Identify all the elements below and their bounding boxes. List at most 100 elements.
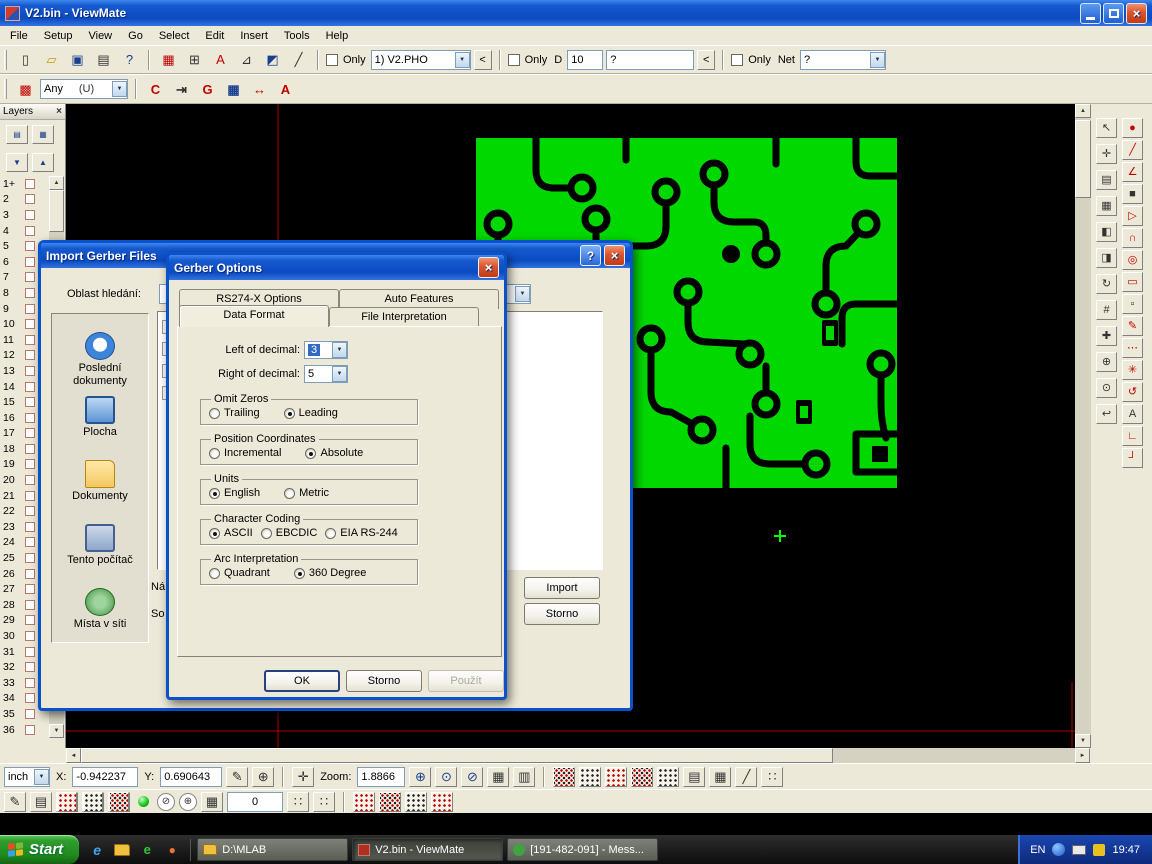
radio-option[interactable]: Incremental (209, 447, 281, 459)
burst-tool-icon[interactable]: ✳ (1122, 360, 1143, 380)
place-documents[interactable]: Dokumenty (54, 460, 146, 508)
cancel-button[interactable]: Storno (346, 670, 422, 692)
language-indicator[interactable]: EN (1030, 844, 1045, 856)
radio-option[interactable]: Trailing (209, 407, 260, 419)
grid2-icon[interactable]: ▦ (709, 767, 731, 787)
radio-option[interactable]: EIA RS-244 (325, 527, 397, 539)
import-dialog-close-button[interactable]: × (604, 245, 625, 266)
hook-tool-icon[interactable]: ┘ (1122, 448, 1143, 468)
film-table-icon[interactable]: ▤ (30, 792, 52, 812)
measure-draw-icon[interactable]: ✎ (226, 767, 248, 787)
only-layer-checkbox[interactable] (326, 54, 338, 66)
edit-tool-icon[interactable]: ✎ (4, 792, 26, 812)
menu-item[interactable]: Setup (36, 28, 81, 44)
aperture-pattern-icon[interactable] (431, 792, 453, 812)
clock[interactable]: 19:47 (1112, 844, 1140, 856)
layer-table-icon[interactable]: ▤ (1096, 170, 1117, 190)
dialog-help-button[interactable]: ? (580, 245, 601, 266)
menu-item[interactable]: Go (120, 28, 151, 44)
rotate-tool-icon[interactable]: ↺ (1122, 382, 1143, 402)
pan-icon[interactable]: ✚ (1096, 326, 1117, 346)
dcode-filter-input[interactable]: ? (606, 50, 694, 70)
zoom-out-icon[interactable]: ⊙ (435, 767, 457, 787)
aperture-pattern-icon[interactable] (579, 767, 601, 787)
highlight-text-icon[interactable]: A (209, 49, 232, 71)
new-file-icon[interactable]: ▯ (14, 49, 37, 71)
filled-rect-tool-icon[interactable]: ■ (1122, 184, 1143, 204)
taskbar-task-button[interactable]: V2.bin - ViewMate (352, 838, 503, 861)
snap-point-icon[interactable]: ⊙ (1096, 378, 1117, 398)
notification-icon[interactable] (1093, 844, 1105, 856)
aperture-info-icon[interactable]: A (274, 78, 297, 100)
aperture-pattern-icon[interactable] (379, 792, 401, 812)
aperture-pattern-icon[interactable] (553, 767, 575, 787)
toolbar-grip[interactable] (4, 79, 7, 99)
zoom-in-icon[interactable]: ⊕ (409, 767, 431, 787)
table-icon[interactable]: ▤ (683, 767, 705, 787)
text-tool-icon[interactable]: A (1122, 404, 1143, 424)
count-field[interactable]: 0 (227, 792, 283, 812)
corner-marker-icon[interactable]: ◩ (261, 49, 284, 71)
filter-any-combo[interactable]: Any (U) ▼ (40, 79, 128, 99)
right-of-decimal-combo[interactable]: 5 ▼ (304, 365, 348, 383)
zoom-area-icon[interactable]: ⊕ (1096, 352, 1117, 372)
taskbar-task-button[interactable]: [191-482-091] - Mess... (507, 838, 658, 861)
aperture-a-icon[interactable] (56, 792, 78, 812)
scroll-up-icon[interactable]: ▲ (49, 176, 64, 190)
radio-option[interactable]: Metric (284, 487, 329, 499)
aperture-pattern-icon[interactable] (631, 767, 653, 787)
place-desktop[interactable]: Plocha (54, 396, 146, 444)
layer-list-icon[interactable]: ▤ (6, 125, 28, 144)
select-arrow-icon[interactable]: ↖ (1096, 118, 1117, 138)
print-icon[interactable]: ▤ (92, 49, 115, 71)
only-net-checkbox[interactable] (731, 54, 743, 66)
scroll-down-icon[interactable]: ▼ (49, 724, 64, 738)
restore-button[interactable] (1103, 3, 1124, 24)
radio-option[interactable]: ASCII (209, 527, 253, 539)
ok-button[interactable]: OK (264, 670, 340, 692)
film-box-icon[interactable]: ▦ (1096, 196, 1117, 216)
gerber-dialog-close-button[interactable]: × (478, 257, 499, 278)
close-button[interactable]: × (1126, 3, 1147, 24)
undo-view-icon[interactable]: ↩ (1096, 404, 1117, 424)
grid-select-icon[interactable]: ▩ (14, 78, 37, 100)
aperture-pattern-icon[interactable] (353, 792, 375, 812)
swap-layers-icon[interactable]: ▦ (222, 78, 245, 100)
menu-item[interactable]: Select (151, 28, 198, 44)
stretch-icon[interactable]: ↔ (248, 78, 271, 100)
mirror-v-icon[interactable]: ◨ (1096, 248, 1117, 268)
target-tool-icon[interactable]: ◎ (1122, 250, 1143, 270)
dot-grid-icon[interactable]: ∷ (313, 792, 335, 812)
crosshair-icon[interactable]: ✛ (1096, 144, 1117, 164)
scrollbar-thumb[interactable] (81, 748, 833, 763)
layer-down-icon[interactable]: ▼ (6, 153, 28, 172)
menu-item[interactable]: Tools (276, 28, 318, 44)
keyboard-icon[interactable] (1072, 845, 1086, 855)
prev-dcode-button[interactable]: < (697, 50, 715, 70)
clear-highlight-icon[interactable]: C (144, 78, 167, 100)
start-button[interactable]: Start (0, 835, 79, 864)
layer-grid-icon[interactable]: ▦ (32, 125, 54, 144)
dcode-input[interactable]: 10 (567, 50, 603, 70)
ie-quicklaunch-icon[interactable]: e (88, 841, 106, 859)
rect-tool-icon[interactable]: ▭ (1122, 272, 1143, 292)
menu-item[interactable]: File (2, 28, 36, 44)
explorer-quicklaunch-icon[interactable] (113, 841, 131, 859)
taskbar-task-button[interactable]: D:\MLAB (197, 838, 348, 861)
scrollbar-thumb[interactable] (49, 190, 64, 232)
small-rect-tool-icon[interactable]: ▫ (1122, 294, 1143, 314)
dcode-table-icon[interactable]: ▥ (513, 767, 535, 787)
slope-icon[interactable]: ╱ (735, 767, 757, 787)
zoom-window-icon[interactable]: ⊘ (461, 767, 483, 787)
layer-up-icon[interactable]: ▲ (32, 153, 54, 172)
aperture-pattern-icon[interactable] (405, 792, 427, 812)
axis-icon[interactable]: ✛ (292, 767, 314, 787)
menu-item[interactable]: Edit (197, 28, 232, 44)
pattern-select-icon[interactable]: ▦ (157, 49, 180, 71)
minimize-button[interactable] (1080, 3, 1101, 24)
open-file-icon[interactable]: ▱ (40, 49, 63, 71)
only-dcode-checkbox[interactable] (508, 54, 520, 66)
triangle-tool-icon[interactable]: ▷ (1122, 206, 1143, 226)
polyline-tool-icon[interactable]: ∠ (1122, 162, 1143, 182)
place-my-computer[interactable]: Tento počítač (54, 524, 146, 572)
